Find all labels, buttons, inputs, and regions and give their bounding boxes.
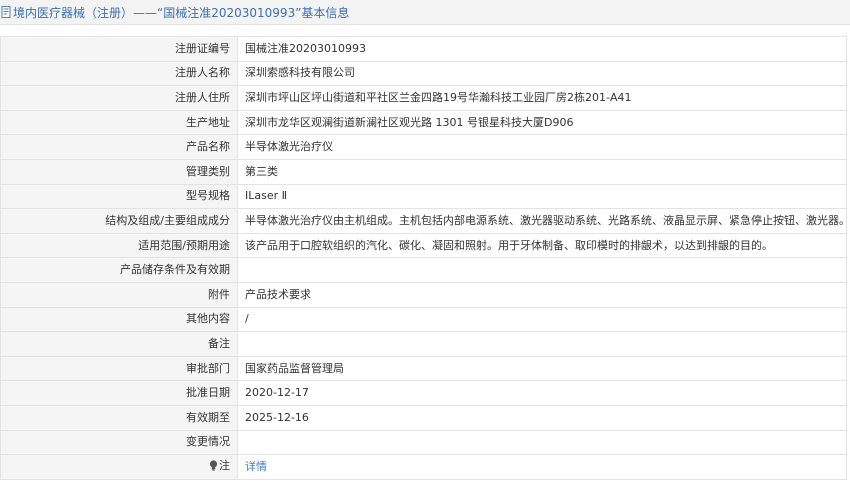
details-link[interactable]: 详情 [245, 460, 267, 473]
table-row: 注册人住所 深圳市坪山区坪山街道和平社区兰金四路19号华瀚科技工业园厂房2栋20… [0, 85, 847, 111]
note-value-cell: 详情 [237, 454, 847, 480]
row-label: 注册证编号 [0, 36, 238, 62]
row-value: 该产品用于口腔软组织的汽化、碳化、凝固和照射。用于牙体制备、取印模时的排龈术，以… [237, 232, 847, 259]
row-label: 审批部门 [0, 355, 238, 382]
row-value: 产品技术要求 [237, 281, 847, 308]
row-label: 注册人名称 [0, 60, 238, 87]
table-row: 型号规格 ILaser Ⅱ [0, 183, 847, 210]
info-table: 注册证编号 国械注准20203010993 注册人名称 深圳索感科技有限公司 注… [0, 36, 847, 480]
row-value: 深圳市龙华区观澜街道新澜社区观光路 1301 号银星科技大厦D906 [237, 109, 847, 136]
row-label: 批准日期 [0, 380, 238, 406]
note-label-cell: 注 [0, 454, 238, 480]
table-row: 结构及组成/主要组成成分 半导体激光治疗仪由主机组成。主机包括内部电源系统、激光… [0, 208, 847, 234]
table-row: 管理类别 第三类 [0, 158, 847, 185]
row-label: 注册人住所 [0, 85, 238, 111]
table-row: 变更情况 [0, 429, 847, 456]
row-value: 2020-12-17 [237, 380, 847, 406]
table-row: 备注 [0, 331, 847, 357]
row-label: 变更情况 [0, 429, 238, 456]
row-label: 型号规格 [0, 183, 238, 210]
table-row: 批准日期 2020-12-17 [0, 380, 847, 406]
lightbulb-icon [209, 460, 218, 471]
row-value: / [237, 306, 847, 333]
document-icon [1, 6, 12, 18]
row-value: ILaser Ⅱ [237, 183, 847, 210]
row-value: 深圳市坪山区坪山街道和平社区兰金四路19号华瀚科技工业园厂房2栋201-A41 [237, 85, 847, 111]
note-row: 注 详情 [0, 454, 847, 480]
page-header: 境内医疗器械（注册）——“国械注准20203010993”基本信息 [0, 0, 850, 25]
table-row: 产品储存条件及有效期 [0, 257, 847, 283]
row-value: 国械注准20203010993 [237, 36, 847, 62]
table-row: 审批部门 国家药品监督管理局 [0, 355, 847, 382]
table-row: 附件 产品技术要求 [0, 281, 847, 308]
table-row: 有效期至 2025-12-16 [0, 404, 847, 431]
row-value [237, 257, 847, 283]
row-label: 附件 [0, 281, 238, 308]
row-label: 管理类别 [0, 158, 238, 185]
row-label: 产品储存条件及有效期 [0, 257, 238, 283]
table-row: 产品名称 半导体激光治疗仪 [0, 134, 847, 160]
row-label: 生产地址 [0, 109, 238, 136]
row-label: 适用范围/预期用途 [0, 232, 238, 259]
table-row: 适用范围/预期用途 该产品用于口腔软组织的汽化、碳化、凝固和照射。用于牙体制备、… [0, 232, 847, 259]
table-row: 生产地址 深圳市龙华区观澜街道新澜社区观光路 1301 号银星科技大厦D906 [0, 109, 847, 136]
row-value: 半导体激光治疗仪 [237, 134, 847, 160]
table-row: 注册证编号 国械注准20203010993 [0, 36, 847, 62]
table-row: 注册人名称 深圳索感科技有限公司 [0, 60, 847, 87]
row-label: 结构及组成/主要组成成分 [0, 208, 238, 234]
row-value: 国家药品监督管理局 [237, 355, 847, 382]
row-value: 2025-12-16 [237, 404, 847, 431]
row-value: 第三类 [237, 158, 847, 185]
row-label: 产品名称 [0, 134, 238, 160]
row-value [237, 429, 847, 456]
row-label: 备注 [0, 331, 238, 357]
row-label: 有效期至 [0, 404, 238, 431]
note-label-text: 注 [219, 458, 230, 472]
row-label: 其他内容 [0, 306, 238, 333]
row-value: 深圳索感科技有限公司 [237, 60, 847, 87]
row-value: 半导体激光治疗仪由主机组成。主机包括内部电源系统、激光器驱动系统、光路系统、液晶… [237, 208, 847, 234]
note-label: 注 [209, 459, 230, 473]
page-title: 境内医疗器械（注册）——“国械注准20203010993”基本信息 [13, 5, 350, 20]
table-row: 其他内容 / [0, 306, 847, 333]
row-value [237, 331, 847, 357]
